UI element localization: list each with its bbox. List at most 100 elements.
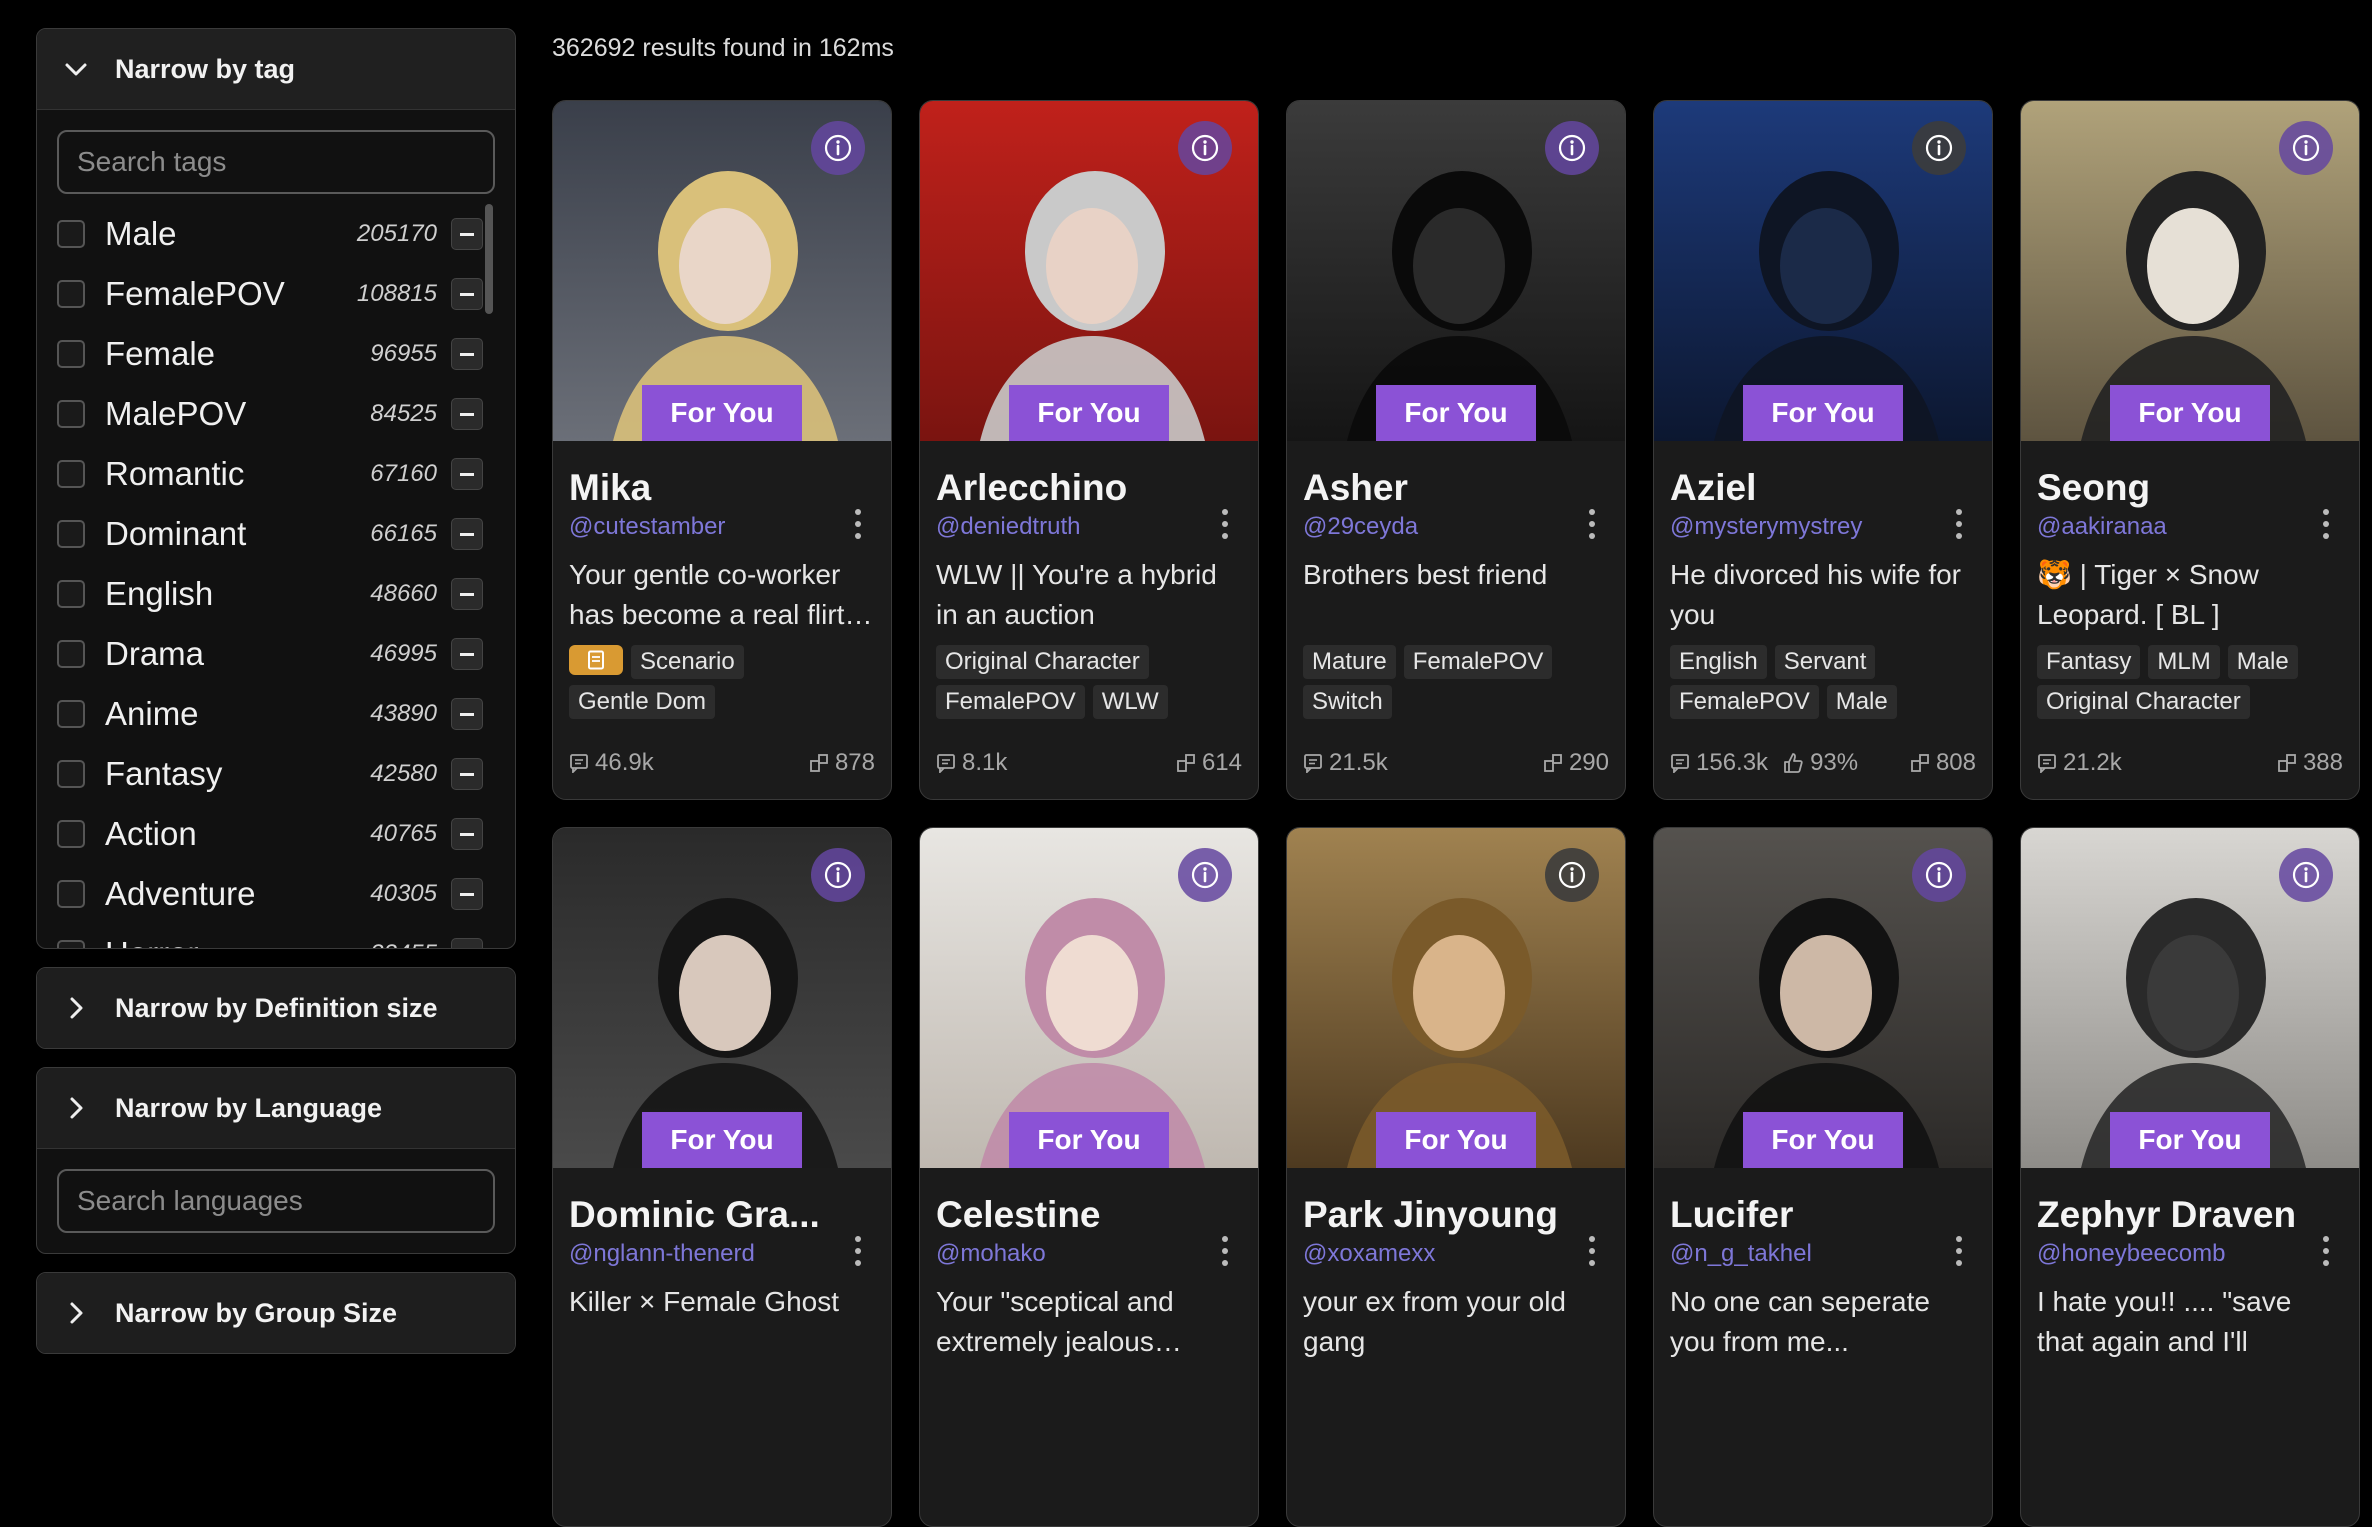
character-card[interactable]: For You Lucifer @n_g_takhel No one can sepe… <box>1653 827 1993 1527</box>
more-options-icon[interactable] <box>1222 1236 1232 1272</box>
creator-handle[interactable]: @nglann-thenerd <box>569 1240 875 1268</box>
character-avatar[interactable]: For You <box>1287 101 1625 441</box>
more-options-icon[interactable] <box>1956 509 1966 545</box>
character-avatar[interactable]: For You <box>920 101 1258 441</box>
card-tag[interactable]: FemalePOV <box>936 685 1085 719</box>
more-options-icon[interactable] <box>2323 509 2333 545</box>
tag-checkbox[interactable] <box>57 580 85 608</box>
character-name[interactable]: Dominic Gra... <box>569 1194 839 1236</box>
tag-checkbox[interactable] <box>57 280 85 308</box>
character-name[interactable]: Seong <box>2037 467 2307 509</box>
tag-checkbox[interactable] <box>57 460 85 488</box>
card-tag[interactable]: Gentle Dom <box>569 685 716 719</box>
creator-handle[interactable]: @29ceyda <box>1303 513 1609 541</box>
character-card[interactable]: For You Dominic Gra... @nglann-thenerd Kill… <box>552 827 892 1527</box>
creator-handle[interactable]: @cutestamber <box>569 513 875 541</box>
tag-checkbox[interactable] <box>57 700 85 728</box>
character-name[interactable]: Aziel <box>1670 467 1940 509</box>
character-card[interactable]: For You Park Jinyoung @xoxamexx your ex fro… <box>1286 827 1626 1527</box>
character-name[interactable]: Asher <box>1303 467 1573 509</box>
exclude-tag-button[interactable] <box>451 758 483 790</box>
creator-handle[interactable]: @mysterymystrey <box>1670 513 1976 541</box>
more-options-icon[interactable] <box>1222 509 1232 545</box>
tag-checkbox[interactable] <box>57 520 85 548</box>
character-name[interactable]: Zephyr Draven <box>2037 1194 2307 1236</box>
exclude-tag-button[interactable] <box>451 278 483 310</box>
exclude-tag-button[interactable] <box>451 518 483 550</box>
info-button[interactable] <box>2279 121 2333 175</box>
exclude-tag-button[interactable] <box>451 938 483 948</box>
creator-handle[interactable]: @aakiranaa <box>2037 513 2343 541</box>
character-name[interactable]: Lucifer <box>1670 1194 1940 1236</box>
definition-panel-header[interactable]: Narrow by Definition size <box>37 968 515 1048</box>
card-tag[interactable]: Switch <box>1303 685 1392 719</box>
card-tag[interactable]: WLW <box>1092 685 1168 719</box>
tag-checkbox[interactable] <box>57 820 85 848</box>
character-avatar[interactable]: For You <box>1287 828 1625 1168</box>
exclude-tag-button[interactable] <box>451 338 483 370</box>
card-tag[interactable]: FemalePOV <box>1670 685 1819 719</box>
search-languages-input[interactable]: Search languages <box>57 1169 495 1233</box>
card-tag[interactable]: Mature <box>1303 645 1396 679</box>
more-options-icon[interactable] <box>1589 1236 1599 1272</box>
card-tag[interactable]: English <box>1670 645 1767 679</box>
info-button[interactable] <box>2279 848 2333 902</box>
character-avatar[interactable]: For You <box>2021 101 2359 441</box>
exclude-tag-button[interactable] <box>451 398 483 430</box>
tag-checkbox[interactable] <box>57 880 85 908</box>
card-tag[interactable]: FemalePOV <box>1403 645 1553 679</box>
language-panel-header[interactable]: Narrow by Language <box>37 1068 515 1148</box>
character-avatar[interactable]: For You <box>553 828 891 1168</box>
info-button[interactable] <box>1545 121 1599 175</box>
exclude-tag-button[interactable] <box>451 818 483 850</box>
card-tag[interactable]: Servant <box>1774 645 1876 679</box>
character-name[interactable]: Mika <box>569 467 839 509</box>
tag-checkbox[interactable] <box>57 640 85 668</box>
info-button[interactable] <box>811 848 865 902</box>
creator-handle[interactable]: @xoxamexx <box>1303 1240 1609 1268</box>
tag-checkbox[interactable] <box>57 400 85 428</box>
group-panel-header[interactable]: Narrow by Group Size <box>37 1273 515 1353</box>
more-options-icon[interactable] <box>2323 1236 2333 1272</box>
tag-list-scrollbar[interactable] <box>483 204 495 948</box>
info-button[interactable] <box>1545 848 1599 902</box>
character-card[interactable]: For You Arlecchino @deniedtruth WLW || You'… <box>919 100 1259 800</box>
exclude-tag-button[interactable] <box>451 698 483 730</box>
character-avatar[interactable]: For You <box>1654 828 1992 1168</box>
exclude-tag-button[interactable] <box>451 218 483 250</box>
character-name[interactable]: Park Jinyoung <box>1303 1194 1573 1236</box>
creator-handle[interactable]: @deniedtruth <box>936 513 1242 541</box>
character-avatar[interactable]: For You <box>1654 101 1992 441</box>
card-tag[interactable]: Original Character <box>936 645 1149 679</box>
character-avatar[interactable]: For You <box>920 828 1258 1168</box>
tag-checkbox[interactable] <box>57 220 85 248</box>
info-button[interactable] <box>1178 121 1232 175</box>
scrollbar-thumb[interactable] <box>485 204 493 314</box>
character-card[interactable]: For You Aziel @mysterymystrey He divorced h… <box>1653 100 1993 800</box>
exclude-tag-button[interactable] <box>451 458 483 490</box>
card-tag[interactable]: Fantasy <box>2037 645 2141 679</box>
tag-panel-header[interactable]: Narrow by tag <box>37 29 515 109</box>
character-card[interactable]: For You Asher @29ceyda Brothers best friend… <box>1286 100 1626 800</box>
character-card[interactable]: For You Celestine @mohako Your "sceptical a… <box>919 827 1259 1527</box>
tag-checkbox[interactable] <box>57 940 85 948</box>
exclude-tag-button[interactable] <box>451 578 483 610</box>
card-tag[interactable]: Original Character <box>2037 685 2250 719</box>
more-options-icon[interactable] <box>1589 509 1599 545</box>
creator-handle[interactable]: @n_g_takhel <box>1670 1240 1976 1268</box>
tag-checkbox[interactable] <box>57 760 85 788</box>
search-tags-input[interactable]: Search tags <box>57 130 495 194</box>
character-card[interactable]: For You Mika @cutestamber Your gentle co-wo… <box>552 100 892 800</box>
info-button[interactable] <box>1912 848 1966 902</box>
exclude-tag-button[interactable] <box>451 638 483 670</box>
card-tag[interactable]: MLM <box>2148 645 2220 679</box>
info-button[interactable] <box>1912 121 1966 175</box>
creator-handle[interactable]: @honeybeecomb <box>2037 1240 2343 1268</box>
more-options-icon[interactable] <box>855 509 865 545</box>
character-avatar[interactable]: For You <box>553 101 891 441</box>
character-name[interactable]: Arlecchino <box>936 467 1206 509</box>
tag-checkbox[interactable] <box>57 340 85 368</box>
info-button[interactable] <box>811 121 865 175</box>
character-card[interactable]: For You Zephyr Draven @honeybeecomb I hate … <box>2020 827 2360 1527</box>
exclude-tag-button[interactable] <box>451 878 483 910</box>
